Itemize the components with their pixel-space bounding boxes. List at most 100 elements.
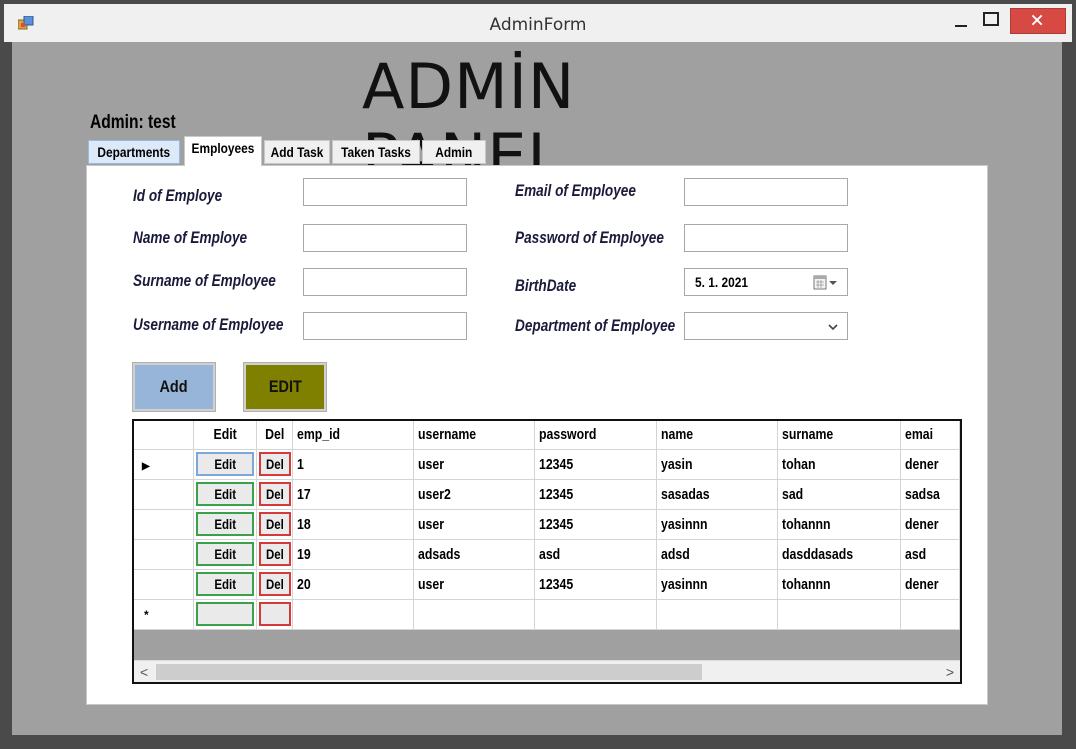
scroll-left-icon[interactable]: < [140,664,148,680]
close-icon [1031,14,1043,26]
cell-emp-id[interactable] [292,599,414,630]
row-header[interactable] [134,539,195,570]
cell-surname[interactable]: tohannn [777,569,901,600]
birthdate-picker[interactable]: 5. 1. 2021 [684,268,848,296]
row-header[interactable] [134,569,195,600]
cell-email[interactable]: dener [900,449,960,480]
edit-button[interactable]: EDIT [243,362,327,412]
new-row-icon: * [144,607,149,622]
column-header-edit[interactable]: Edit [193,421,258,450]
cell-emp-id[interactable]: 19 [292,539,414,570]
cell-name[interactable] [656,599,778,630]
department-combobox[interactable] [684,312,848,340]
cell-username[interactable]: user2 [413,479,536,510]
close-button[interactable] [1010,8,1066,34]
row-delete-button[interactable]: Del [258,452,291,476]
tab-add-task[interactable]: Add Task [264,140,330,164]
row-edit-button[interactable]: Edit [196,512,255,536]
cell-email[interactable]: dener [900,569,960,600]
row-header[interactable]: ▶ [134,449,195,480]
column-header-email[interactable]: emai [900,421,960,450]
row-edit-button[interactable]: Edit [196,482,255,506]
username-field[interactable] [303,312,467,340]
row-edit-button[interactable]: Edit [196,572,255,596]
column-header-del[interactable]: Del [256,421,293,450]
cell-emp-id[interactable]: 17 [292,479,414,510]
tab-admin[interactable]: Admin [422,140,486,164]
calendar-dropdown-icon[interactable] [813,275,837,291]
tab-departments[interactable]: Departments [88,140,180,164]
cell-emp-id[interactable]: 20 [292,569,414,600]
row-edit-button[interactable]: Edit [196,542,255,566]
cell-surname[interactable]: tohan [777,449,901,480]
surname-field[interactable] [303,268,467,296]
row-delete-button[interactable]: Del [258,482,291,506]
edit-cell: Edit [193,539,258,570]
row-header[interactable] [134,509,195,540]
cell-username[interactable]: user [413,569,536,600]
cell-email[interactable]: sadsa [900,479,960,510]
row-header[interactable]: * [134,599,195,630]
cell-username[interactable]: user [413,449,536,480]
cell-email[interactable] [900,599,960,630]
scrollbar-thumb[interactable] [156,664,702,680]
employees-data-grid[interactable]: Edit Del emp_id username password name s… [132,419,962,684]
cell-email[interactable]: asd [900,539,960,570]
email-field[interactable] [684,178,848,206]
row-delete-button[interactable]: Del [258,542,291,566]
cell-email[interactable]: dener [900,509,960,540]
chevron-down-icon [828,324,838,331]
cell-name[interactable]: sasadas [656,479,778,510]
cell-name[interactable]: yasinnn [656,569,778,600]
cell-password[interactable]: 12345 [534,449,657,480]
cell-password[interactable] [534,599,657,630]
cell-password[interactable]: 12345 [534,509,657,540]
add-button[interactable]: Add [132,362,216,412]
employees-tab-panel: Id of Employe Name of Employe Surname of… [86,165,988,705]
cell-username[interactable]: adsads [413,539,536,570]
scroll-right-icon[interactable]: > [946,664,954,680]
column-header-name[interactable]: name [656,421,778,450]
row-edit-button[interactable]: Edit [196,452,255,476]
tab-taken-tasks[interactable]: Taken Tasks [332,140,420,164]
cell-name[interactable]: yasinnn [656,509,778,540]
minimize-button[interactable] [952,12,972,32]
maximize-button[interactable] [982,10,1002,30]
table-row[interactable]: Edit Del 19 adsads asd adsd dasddasads a… [134,539,960,570]
row-header[interactable] [134,479,195,510]
del-cell: Del [256,539,293,570]
cell-username[interactable]: user [413,509,536,540]
table-row[interactable]: Edit Del 17 user2 12345 sasadas sad sads… [134,479,960,510]
tab-employees[interactable]: Employees [184,136,262,166]
cell-surname[interactable]: sad [777,479,901,510]
cell-name[interactable]: yasin [656,449,778,480]
password-field[interactable] [684,224,848,252]
table-row[interactable]: ▶ Edit Del 1 user 12345 yasin tohan dene… [134,449,960,480]
row-edit-button[interactable] [196,602,255,626]
horizontal-scrollbar[interactable]: < > [134,660,960,682]
cell-emp-id[interactable]: 1 [292,449,414,480]
cell-password[interactable]: asd [534,539,657,570]
column-header-username[interactable]: username [413,421,536,450]
column-header-emp-id[interactable]: emp_id [292,421,414,450]
cell-password[interactable]: 12345 [534,569,657,600]
cell-surname[interactable] [777,599,901,630]
name-field[interactable] [303,224,467,252]
cell-name[interactable]: adsd [656,539,778,570]
table-row[interactable]: Edit Del 18 user 12345 yasinnn tohannn d… [134,509,960,540]
column-header-surname[interactable]: surname [777,421,901,450]
cell-surname[interactable]: tohannn [777,509,901,540]
row-delete-button[interactable]: Del [258,512,291,536]
row-delete-button[interactable] [258,602,291,626]
column-header-password[interactable]: password [534,421,657,450]
cell-emp-id[interactable]: 18 [292,509,414,540]
row-delete-button[interactable]: Del [258,572,291,596]
title-bar[interactable]: AdminForm [4,4,1072,42]
new-row[interactable]: * [134,599,960,630]
del-cell: Del [256,509,293,540]
cell-surname[interactable]: dasddasads [777,539,901,570]
cell-username[interactable] [413,599,536,630]
id-field[interactable] [303,178,467,206]
cell-password[interactable]: 12345 [534,479,657,510]
table-row[interactable]: Edit Del 20 user 12345 yasinnn tohannn d… [134,569,960,600]
